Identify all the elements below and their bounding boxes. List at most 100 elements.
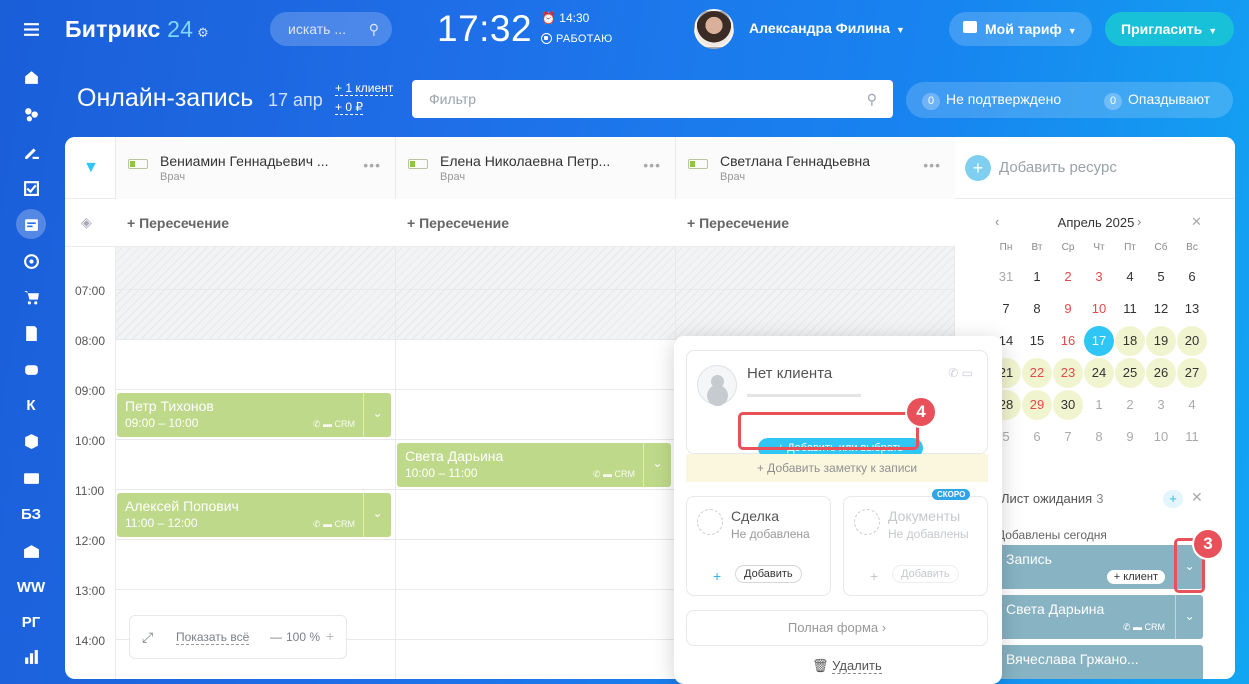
analytics-icon[interactable] — [16, 642, 46, 672]
calendar-day[interactable]: 13 — [1177, 294, 1207, 324]
calendar-day[interactable]: 11 — [1177, 422, 1207, 452]
resource-column-1[interactable]: Вениамин Геннадьевич ... Врач ••• — [115, 137, 395, 199]
appointment-card[interactable]: Алексей Попович 11:00 – 12:00 ✆ ▬ CRM ⌄ — [117, 493, 391, 537]
crossing-button-3[interactable]: + Пересечение — [687, 215, 789, 231]
tariff-button[interactable]: Мой тариф ▼ — [949, 12, 1092, 46]
calendar-day[interactable]: 3 — [1146, 390, 1176, 420]
rail-item-ww[interactable]: WW — [16, 572, 46, 602]
calendar-day[interactable]: 4 — [1177, 390, 1207, 420]
calendar-day[interactable]: 10 — [1084, 294, 1114, 324]
rail-item-rg[interactable]: РГ — [16, 607, 46, 637]
calendar-day[interactable]: 3 — [1084, 262, 1114, 292]
add-client-button[interactable]: + клиент — [1106, 570, 1165, 584]
calendar-day[interactable]: 1 — [1084, 390, 1114, 420]
add-resource-button[interactable]: + Добавить ресурс — [965, 155, 1117, 181]
logo[interactable]: Битрикс 24 ⚙ — [65, 16, 209, 43]
page-date[interactable]: 17 апр — [268, 90, 323, 111]
calendar-day[interactable]: 10 — [1146, 422, 1176, 452]
next-month-icon[interactable]: › — [1137, 214, 1141, 229]
full-form-button[interactable]: Полная форма › — [686, 610, 988, 646]
calendar-day[interactable]: 8 — [1084, 422, 1114, 452]
stat-money[interactable]: + 0 ₽ — [335, 100, 363, 115]
collapse-icon[interactable]: ✕ — [1191, 214, 1202, 230]
box-icon[interactable] — [16, 426, 46, 456]
contacts-icon[interactable] — [16, 463, 46, 493]
calendar-day[interactable]: 6 — [1177, 262, 1207, 292]
filter-input[interactable]: Фильтр ⚲ — [412, 80, 893, 118]
appointment-card[interactable]: Петр Тихонов 09:00 – 10:00 ✆ ▬ CRM ⌄ — [117, 393, 391, 437]
activity-icon[interactable] — [16, 99, 46, 129]
checklist-icon[interactable] — [16, 173, 46, 203]
calendar-day[interactable]: 30 — [1053, 390, 1083, 420]
rail-item-bz[interactable]: БЗ — [16, 499, 46, 529]
cart-icon[interactable] — [16, 282, 46, 312]
calendar-day[interactable]: 19 — [1146, 326, 1176, 356]
calendar-day[interactable]: 7 — [1053, 422, 1083, 452]
filter-icon[interactable]: ▼ — [83, 159, 99, 177]
stat-clients[interactable]: + 1 клиент — [335, 81, 394, 96]
calendar-day[interactable]: 25 — [1115, 358, 1145, 388]
crossing-button-1[interactable]: + Пересечение — [127, 215, 229, 231]
calendar-day[interactable]: 16 — [1053, 326, 1083, 356]
calendar-day[interactable]: 9 — [1115, 422, 1145, 452]
late-counter[interactable]: 0 Опаздывают — [1104, 91, 1210, 110]
target-icon[interactable] — [16, 246, 46, 276]
calendar-day[interactable]: 24 — [1084, 358, 1114, 388]
waitlist-item[interactable]: Запись + клиент ⌄ — [999, 545, 1203, 589]
zoom-in-button[interactable]: + — [326, 628, 334, 644]
calendar-day[interactable]: 29 — [1022, 390, 1052, 420]
expand-icon[interactable]: ⤢ — [142, 629, 153, 646]
waitlist-item[interactable]: Света Дарьина ✆ ▬ CRM ⌄ — [999, 595, 1203, 639]
prev-month-icon[interactable]: ‹ — [995, 214, 999, 229]
tasks-icon[interactable] — [16, 136, 46, 166]
clock[interactable]: 17:32 — [437, 8, 532, 50]
chevron-down-icon[interactable]: ⌄ — [363, 493, 391, 537]
calendar-day[interactable]: 2 — [1053, 262, 1083, 292]
calendar-day[interactable]: 23 — [1053, 358, 1083, 388]
unconfirmed-counter[interactable]: 0 Не подтверждено — [922, 91, 1061, 110]
phone-icon[interactable]: ✆ ▭ — [948, 366, 973, 380]
calendar-day[interactable]: 9 — [1053, 294, 1083, 324]
add-waitlist-button[interactable]: + — [1163, 490, 1183, 508]
docs-icon[interactable] — [16, 318, 46, 348]
search-input[interactable]: искать ... ⚲ — [270, 12, 392, 46]
calendar-day[interactable]: 26 — [1146, 358, 1176, 388]
calendar-day[interactable]: 8 — [1022, 294, 1052, 324]
resource-column-2[interactable]: Елена Николаевна Петр... Врач ••• — [395, 137, 675, 199]
zoom-out-button[interactable]: — — [270, 630, 282, 644]
add-deal-button[interactable]: Добавить — [735, 565, 802, 583]
calendar-day[interactable]: 6 — [1022, 422, 1052, 452]
chevron-down-icon[interactable]: ⌄ — [363, 393, 391, 437]
calendar-day[interactable]: 11 — [1115, 294, 1145, 324]
chevron-down-icon[interactable]: ⌄ — [643, 443, 671, 487]
calendar-day[interactable]: 17 — [1084, 326, 1114, 356]
show-all-button[interactable]: Показать всё — [176, 630, 250, 645]
waitlist-item[interactable]: Вячеслава Гржано... — [999, 645, 1203, 679]
avatar[interactable] — [694, 9, 734, 49]
calendar-day[interactable]: 5 — [1146, 262, 1176, 292]
calendar-day[interactable]: 12 — [1146, 294, 1176, 324]
booking-icon[interactable] — [16, 209, 46, 239]
calendar-day[interactable]: 27 — [1177, 358, 1207, 388]
resource-column-3[interactable]: Светлана Геннадьевна Врач ••• — [675, 137, 955, 199]
invite-button[interactable]: Пригласить ▼ — [1105, 12, 1234, 46]
calendar-day[interactable]: 1 — [1022, 262, 1052, 292]
calendar-day[interactable]: 20 — [1177, 326, 1207, 356]
home-icon[interactable] — [16, 62, 46, 92]
chevron-down-icon[interactable]: ⌄ — [1175, 595, 1203, 639]
calendar-day[interactable]: 31 — [991, 262, 1021, 292]
calendar-day[interactable]: 18 — [1115, 326, 1145, 356]
calendar-day[interactable]: 22 — [1022, 358, 1052, 388]
layers-icon[interactable]: ◈ — [81, 214, 92, 231]
calendar-day[interactable]: 7 — [991, 294, 1021, 324]
user-menu[interactable]: Александра Филина ▼ — [749, 20, 905, 36]
calendar-day[interactable]: 15 — [1022, 326, 1052, 356]
crossing-button-2[interactable]: + Пересечение — [407, 215, 509, 231]
work-status[interactable]: РАБОТАЮ — [541, 33, 613, 45]
store-icon[interactable] — [16, 536, 46, 566]
calendar-day[interactable]: 2 — [1115, 390, 1145, 420]
appointment-card[interactable]: Света Дарьина 10:00 – 11:00 ✆ ▬ CRM ⌄ — [397, 443, 671, 487]
plus-icon[interactable]: + — [713, 568, 721, 584]
collapse-icon[interactable]: ✕ — [1191, 489, 1203, 506]
delete-button[interactable]: 🗑 Удалить — [812, 658, 882, 674]
